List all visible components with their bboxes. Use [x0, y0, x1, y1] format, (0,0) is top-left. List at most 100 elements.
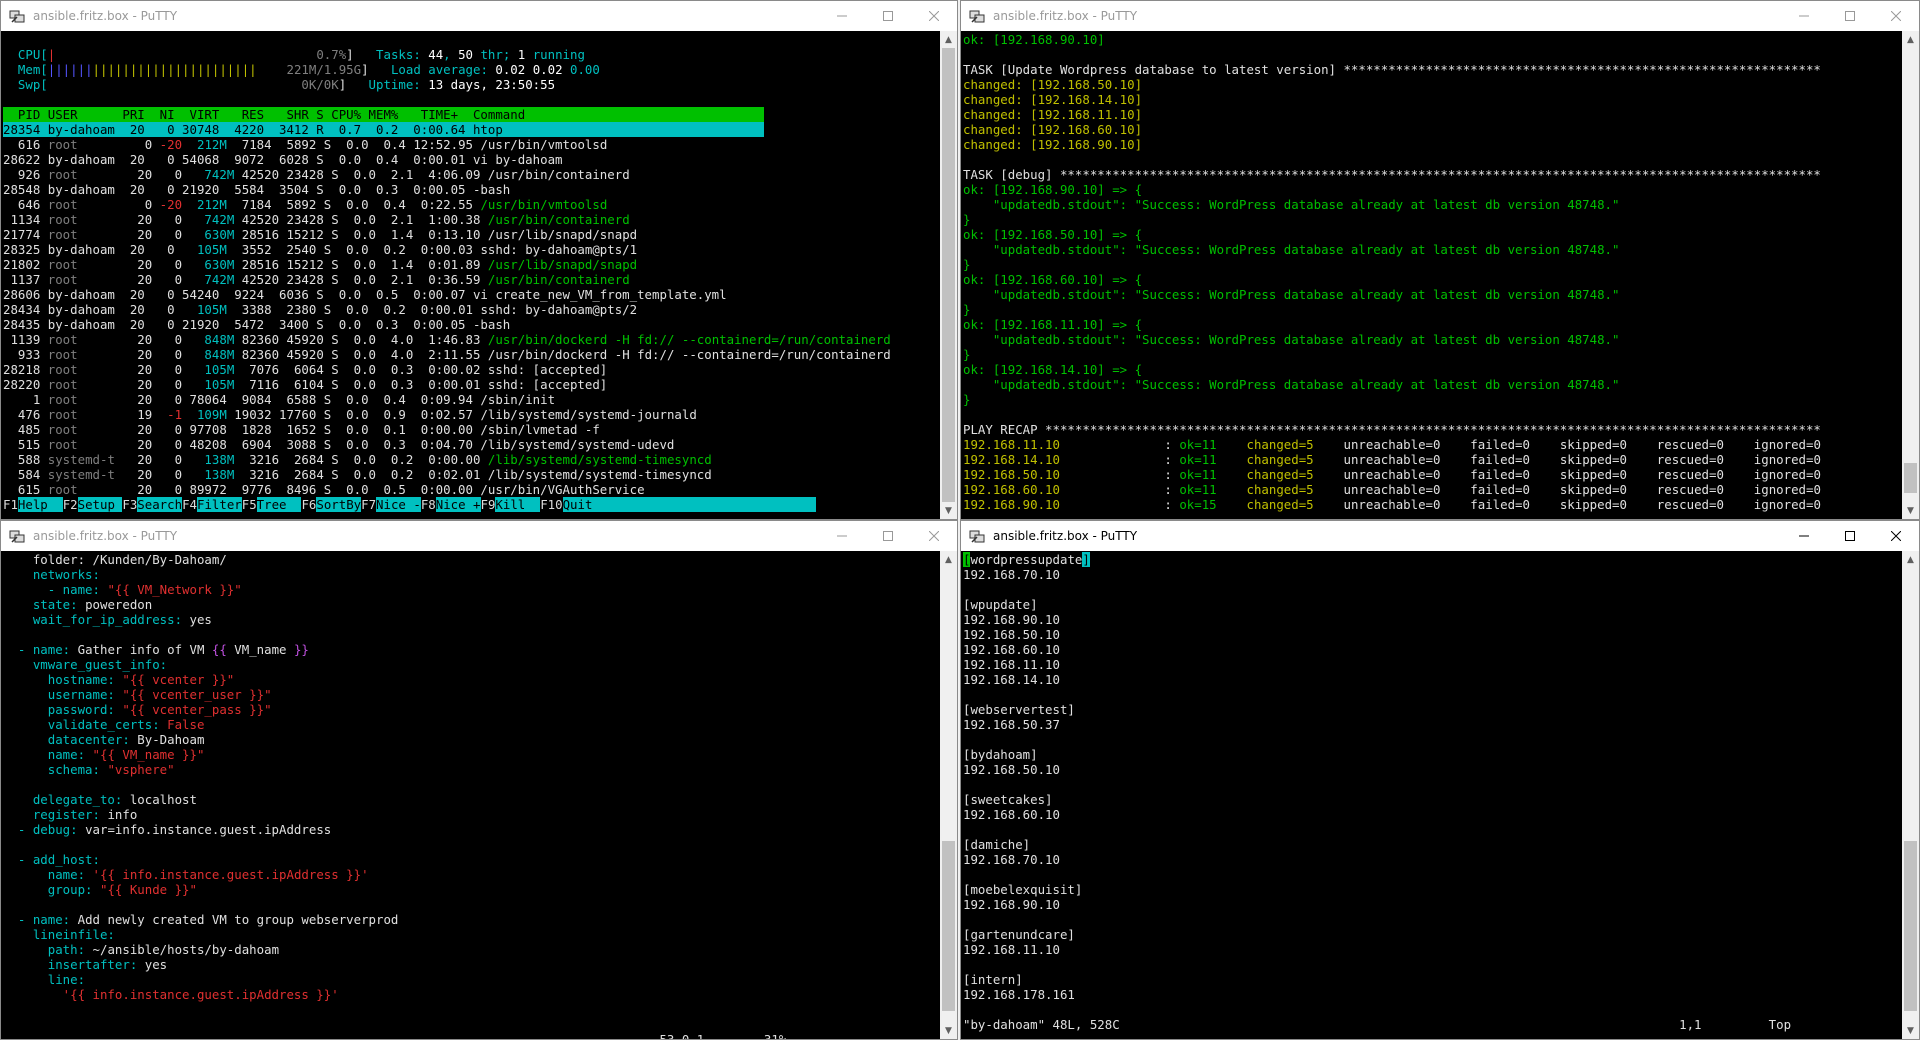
scroll-down-icon[interactable]: ▼ [1902, 1022, 1919, 1039]
terminal-line: vmware_guest_info: [3, 657, 940, 672]
terminal-area[interactable]: folder: /Kunden/By-Dahoam/ networks: - n… [1, 551, 940, 1039]
terminal-text-segment: 20 0 [114, 467, 190, 482]
terminal-text-segment: root [47, 362, 115, 377]
scrollbar-thumb[interactable] [1904, 841, 1917, 1011]
maximize-button[interactable] [1827, 521, 1873, 551]
scrollbar-thumb[interactable] [942, 841, 955, 1011]
vertical-scrollbar[interactable]: ▲ ▼ [1902, 551, 1919, 1039]
terminal-line: username: "{{ vcenter_user }}" [3, 687, 940, 702]
terminal-text-segment: 50 [458, 47, 474, 62]
terminal-text-segment: 212M [182, 197, 227, 212]
putty-icon [9, 530, 25, 543]
putty-icon [969, 530, 985, 543]
terminal-line: 192.168.90.10 [963, 612, 1902, 627]
putty-window-htop[interactable]: ansible.fritz.box - PuTTY CPU[| 0.7%] Ta… [0, 0, 958, 520]
close-button[interactable] [1873, 521, 1919, 551]
terminal-line: 28606 by-dahoam 20 0 54240 9224 6036 S 0… [3, 287, 940, 302]
scrollbar-thumb[interactable] [1904, 463, 1917, 493]
terminal-text-segment: "{{ Kunde }}" [99, 882, 197, 897]
terminal-text-segment: root [47, 137, 115, 152]
terminal-text-segment: }} [293, 642, 309, 657]
vertical-scrollbar[interactable]: ▲ ▼ [940, 31, 957, 519]
terminal-text-segment: folder: /Kunden/By-Dahoam/ [3, 552, 227, 567]
maximize-button[interactable] [1827, 1, 1873, 31]
scroll-up-icon[interactable]: ▲ [1902, 31, 1919, 48]
terminal-area[interactable]: ok: [192.168.90.10] TASK [Update Wordpres… [961, 31, 1902, 519]
terminal-line: 616 root 0 -20 212M 7184 5892 S 0.0 0.4 … [3, 137, 940, 152]
putty-window-ansible-output[interactable]: ansible.fritz.box - PuTTY ok: [192.168.9… [960, 0, 1920, 520]
maximize-button[interactable] [865, 521, 911, 551]
terminal-text-segment: 192.168.50.10 [963, 627, 1060, 642]
vertical-scrollbar[interactable]: ▲ ▼ [940, 551, 957, 1039]
maximize-button[interactable] [865, 1, 911, 31]
scroll-up-icon[interactable]: ▲ [1902, 551, 1919, 568]
terminal-text-segment: 42520 23428 S 0.0 2.1 1:00.38 [234, 212, 488, 227]
terminal-line: [webservertest] [963, 702, 1902, 717]
terminal-text-segment: VM_name [226, 642, 294, 657]
terminal-text-segment: 7184 5892 S 0.0 0.4 12:52.95 /usr/bin/vm… [226, 137, 608, 152]
putty-window-vi-hosts[interactable]: ansible.fritz.box - PuTTY [wordpressupda… [960, 520, 1920, 1040]
close-button[interactable] [1873, 1, 1919, 31]
terminal-text-segment: Tasks: [353, 47, 429, 62]
terminal-text-segment: ok=11 [1179, 437, 1217, 452]
terminal-text-segment: username: [3, 687, 123, 702]
scrollbar-thumb[interactable] [942, 48, 955, 502]
terminal-text-segment: ~/ansible/hosts/by-dahoam [92, 942, 280, 957]
terminal-line: schema: "vsphere" [3, 762, 940, 777]
terminal-text-segment: 742M [189, 167, 235, 182]
terminal-line: 28354 by-dahoam 20 0 30748 4220 3412 R 0… [3, 122, 940, 137]
terminal-text-segment: "updatedb.stdout": "Success: WordPress d… [963, 242, 1620, 257]
terminal-text-segment: [sweetcakes] [963, 792, 1053, 807]
terminal-text-segment: validate_certs: [3, 717, 168, 732]
terminal-text-segment: running [525, 47, 585, 62]
minimize-button[interactable] [1781, 521, 1827, 551]
title-bar[interactable]: ansible.fritz.box - PuTTY [1, 1, 957, 31]
terminal-text-segment: {{ [211, 642, 227, 657]
terminal-line: changed: [192.168.11.10] [963, 107, 1902, 122]
putty-window-vi-playbook[interactable]: ansible.fritz.box - PuTTY folder: /Kunde… [0, 520, 958, 1040]
terminal-text-segment: 7076 6064 S 0.0 0.3 0:00.02 sshd: [accep… [234, 362, 608, 377]
terminal-text-segment: 44 [428, 47, 444, 62]
minimize-button[interactable] [1781, 1, 1827, 31]
minimize-button[interactable] [819, 521, 865, 551]
terminal-line: folder: /Kunden/By-Dahoam/ [3, 552, 940, 567]
terminal-text-segment: unreachable=0 failed=0 skipped=0 rescued… [1313, 482, 1821, 497]
terminal-text-segment: 82360 45920 S 0.0 4.0 1:46.83 [234, 332, 488, 347]
terminal-line: changed: [192.168.90.10] [963, 137, 1902, 152]
scroll-down-icon[interactable]: ▼ [940, 502, 957, 519]
scroll-down-icon[interactable]: ▼ [940, 1022, 957, 1039]
terminal-line: F1Help F2Setup F3SearchF4FilterF5Tree F6… [3, 497, 940, 512]
terminal-line: - name: "{{ VM_Network }}" [3, 582, 940, 597]
scroll-up-icon[interactable]: ▲ [940, 31, 957, 48]
terminal-text-segment: 192.168.70.10 [963, 852, 1060, 867]
terminal-text-segment: } [963, 392, 971, 407]
title-bar[interactable]: ansible.fritz.box - PuTTY [961, 1, 1919, 31]
close-button[interactable] [911, 1, 957, 31]
terminal-text-segment: unreachable=0 failed=0 skipped=0 rescued… [1313, 452, 1821, 467]
terminal-area[interactable]: [wordpressupdate] 192.168.70.10 [wpupdate]… [961, 551, 1902, 1039]
terminal-text-segment: |||||| [47, 62, 93, 77]
terminal-text-segment: 212M [182, 137, 227, 152]
terminal-text-segment: changed=5 [1246, 467, 1314, 482]
scroll-down-icon[interactable]: ▼ [1902, 502, 1919, 519]
terminal-area[interactable]: CPU[| 0.7%] Tasks: 44, 50 thr; 1 running… [1, 31, 940, 519]
terminal-text-segment: changed: [192.168.50.10] [963, 77, 1143, 92]
terminal-text-segment: False [167, 717, 205, 732]
title-bar[interactable]: ansible.fritz.box - PuTTY [1, 521, 957, 551]
title-bar[interactable]: ansible.fritz.box - PuTTY [961, 521, 1919, 551]
terminal-text-segment: 515 [3, 437, 48, 452]
scroll-up-icon[interactable]: ▲ [940, 551, 957, 568]
terminal-text-segment: 1139 [3, 332, 48, 347]
terminal-line: 28622 by-dahoam 20 0 54068 9072 6028 S 0… [3, 152, 940, 167]
vertical-scrollbar[interactable]: ▲ ▼ [1902, 31, 1919, 519]
minimize-button[interactable] [819, 1, 865, 31]
close-button[interactable] [911, 521, 957, 551]
